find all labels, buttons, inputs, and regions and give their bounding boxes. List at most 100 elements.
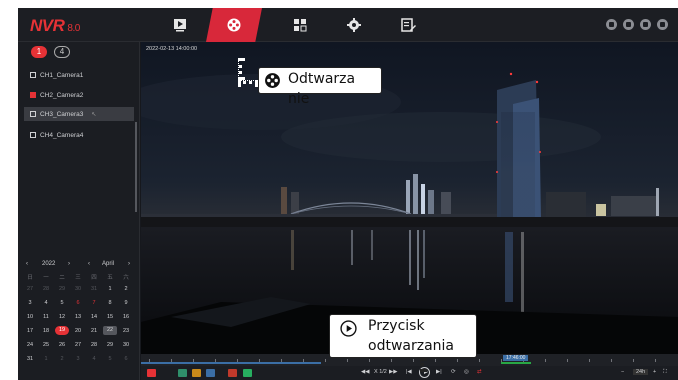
calendar-day[interactable]: 30: [71, 286, 85, 292]
zoom-out-icon[interactable]: −: [621, 369, 624, 375]
calendar-day[interactable]: 2: [55, 356, 69, 362]
calendar: ‹ 2022 › ‹ April › 日一二三四五六 27 28 29 30 31 1 2 3…: [18, 258, 140, 380]
fast-forward-icon[interactable]: ▶▶: [389, 369, 397, 375]
calendar-day[interactable]: 7: [87, 300, 101, 306]
calendar-day[interactable]: 12: [55, 314, 69, 320]
calendar-weekdays: 日一二三四五六: [23, 271, 137, 282]
rewind-icon[interactable]: ◀◀: [361, 369, 369, 375]
calendar-day[interactable]: 28: [39, 286, 53, 292]
camera-item-ch2[interactable]: CH2_Camera2: [30, 88, 130, 102]
calendar-day[interactable]: 27: [23, 286, 37, 292]
calendar-day[interactable]: 28: [87, 342, 101, 348]
callout-playback-label: Odtwarza nie: [288, 71, 356, 107]
calendar-day[interactable]: 14: [87, 314, 101, 320]
video-timestamp: 2022-02-13 14:00:00: [146, 46, 198, 52]
checkbox[interactable]: [30, 72, 36, 78]
timeline-cursor-label: 17:46:00: [503, 355, 529, 361]
calendar-day[interactable]: 3: [71, 356, 85, 362]
checkbox[interactable]: [30, 92, 36, 98]
calendar-day[interactable]: 11: [39, 314, 53, 320]
timeline-tick: [611, 359, 612, 362]
calendar-day[interactable]: 1: [103, 286, 117, 292]
calendar-day[interactable]: 6: [71, 300, 85, 306]
calendar-day[interactable]: 4: [39, 300, 53, 306]
timeline-tick: [589, 359, 590, 362]
calendar-day[interactable]: 16: [119, 314, 133, 320]
record-icon[interactable]: [147, 369, 156, 377]
calendar-day[interactable]: 25: [39, 342, 53, 348]
camera-item-ch4[interactable]: CH4_Camera4: [30, 128, 130, 142]
prev-year-icon[interactable]: ‹: [26, 261, 28, 267]
nav-ai-functions[interactable]: [380, 8, 436, 42]
clip-icon[interactable]: ⇄: [477, 369, 482, 375]
sync-icon[interactable]: ⟳: [451, 369, 456, 375]
timeline-tick: [325, 359, 326, 362]
calendar-day[interactable]: 29: [103, 342, 117, 348]
camera-item-ch1[interactable]: CH1_Camera1: [30, 68, 130, 82]
calendar-day[interactable]: 30: [119, 342, 133, 348]
calendar-day[interactable]: 19: [55, 326, 69, 335]
calendar-day[interactable]: 9: [119, 300, 133, 306]
calendar-week-row: 27 28 29 30 31 1 2: [23, 284, 137, 295]
calendar-day[interactable]: 18: [39, 328, 53, 334]
calendar-day[interactable]: 1: [39, 356, 53, 362]
calendar-day[interactable]: 23: [119, 328, 133, 334]
bell-icon[interactable]: [606, 19, 617, 30]
gear-icon: [347, 18, 361, 32]
calendar-month: April: [102, 261, 115, 267]
calendar-day[interactable]: 5: [103, 356, 117, 362]
split-4-button[interactable]: 4: [54, 46, 70, 58]
calendar-day[interactable]: 20: [71, 328, 85, 334]
ai-icon[interactable]: [178, 369, 187, 377]
video-viewport[interactable]: 2022-02-13 14:00:00: [141, 42, 678, 354]
vehicle-icon[interactable]: [206, 369, 215, 377]
calendar-day[interactable]: 31: [23, 356, 37, 362]
calendar-day[interactable]: 5: [55, 300, 69, 306]
calendar-day[interactable]: 31: [87, 286, 101, 292]
checkbox[interactable]: [30, 132, 36, 138]
alarm-icon[interactable]: [228, 369, 237, 377]
prev-frame-icon[interactable]: |◀: [406, 369, 412, 375]
zoom-in-icon[interactable]: +: [653, 369, 656, 375]
person-icon[interactable]: [192, 369, 201, 377]
nav-playback[interactable]: [206, 8, 262, 42]
calendar-day[interactable]: 10: [23, 314, 37, 320]
lock-icon[interactable]: [623, 19, 634, 30]
calendar-week-row: 31 1 2 3 4 5 6: [23, 354, 137, 365]
grid-icon[interactable]: [640, 19, 651, 30]
edit-list-icon: [401, 18, 416, 32]
camera-item-ch3[interactable]: CH3_Camera3 ↖: [24, 107, 134, 121]
calendar-day[interactable]: 8: [103, 300, 117, 306]
nav-file-management[interactable]: [272, 8, 328, 42]
prev-month-icon[interactable]: ‹: [88, 261, 90, 267]
calendar-day[interactable]: 27: [71, 342, 85, 348]
calendar-day[interactable]: 15: [103, 314, 117, 320]
next-year-icon[interactable]: ›: [68, 261, 70, 267]
nav-settings[interactable]: [326, 8, 382, 42]
calendar-day[interactable]: 3: [23, 300, 37, 306]
next-frame-icon[interactable]: ▶|: [436, 369, 442, 375]
calendar-day[interactable]: 17: [23, 328, 37, 334]
calendar-day[interactable]: 2: [119, 286, 133, 292]
sidebar-scrollbar[interactable]: [135, 122, 137, 212]
calendar-day[interactable]: 13: [71, 314, 85, 320]
checkbox[interactable]: [30, 111, 36, 117]
timeline-tick: [633, 359, 634, 362]
calendar-day[interactable]: 24: [23, 342, 37, 348]
film-reel-icon: [227, 18, 241, 32]
motion-icon[interactable]: [243, 369, 252, 377]
calendar-day[interactable]: 6: [119, 356, 133, 362]
calendar-day[interactable]: 21: [87, 328, 101, 334]
next-month-icon[interactable]: ›: [128, 261, 130, 267]
timeline-tick: [655, 359, 656, 362]
calendar-day[interactable]: 4: [87, 356, 101, 362]
fullscreen-icon[interactable]: ⛶: [663, 369, 667, 376]
calendar-day[interactable]: 29: [55, 286, 69, 292]
calendar-day[interactable]: 26: [55, 342, 69, 348]
split-1-button[interactable]: 1: [31, 46, 47, 58]
time-range-select[interactable]: 24h: [633, 369, 649, 375]
snapshot-icon[interactable]: ◎: [464, 369, 469, 375]
power-icon[interactable]: [657, 19, 668, 30]
calendar-day[interactable]: 22: [103, 326, 117, 335]
nav-live-view[interactable]: [152, 8, 208, 42]
